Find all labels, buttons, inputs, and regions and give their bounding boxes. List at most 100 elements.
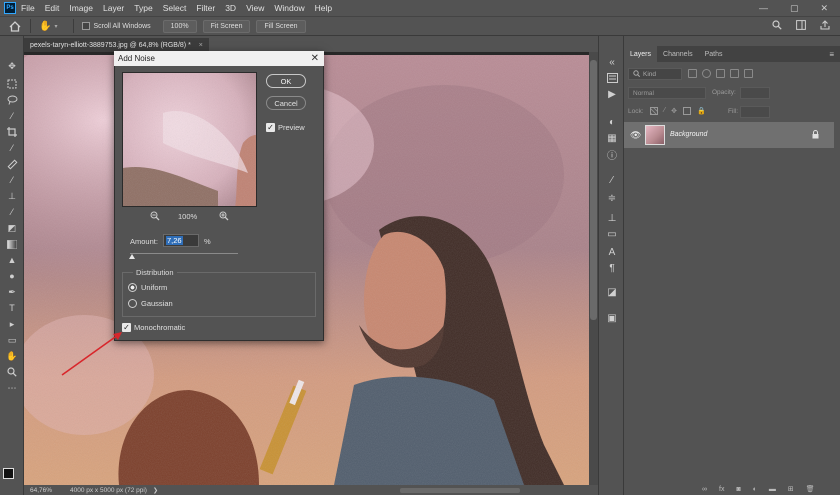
preview-checkbox[interactable]: ✓ (266, 123, 275, 132)
move-tool-icon[interactable]: ✥ (5, 60, 19, 72)
close-window-icon[interactable]: ✕ (820, 3, 828, 14)
tab-layers[interactable]: Layers (624, 46, 658, 62)
eraser-tool-icon[interactable]: ◩ (5, 222, 19, 234)
menu-type[interactable]: Type (129, 3, 157, 13)
ok-button[interactable]: OK (266, 74, 306, 88)
pen-tool-icon[interactable]: ✒ (5, 286, 19, 298)
close-tab-icon[interactable]: × (199, 42, 203, 49)
menu-help[interactable]: Help (310, 3, 337, 13)
actions-play-icon[interactable]: ▶ (605, 88, 619, 100)
shape-tool-icon[interactable]: ▭ (5, 334, 19, 346)
adjustments-icon[interactable]: ≑ (605, 192, 619, 204)
filter-shape-icon[interactable] (730, 69, 739, 78)
menu-filter[interactable]: Filter (191, 3, 220, 13)
color-panel-icon[interactable]: ◐ (605, 116, 619, 128)
menu-view[interactable]: View (241, 3, 269, 13)
styles-icon[interactable]: ◪ (605, 286, 619, 298)
history-brush-tool-icon[interactable]: ⁄ (5, 206, 19, 218)
dialog-close-icon[interactable]: ✕ (311, 53, 319, 64)
filter-adjustment-icon[interactable] (702, 69, 711, 78)
scroll-all-windows-checkbox[interactable] (82, 22, 91, 30)
zoom-out-icon[interactable] (150, 211, 160, 223)
zoom-in-icon[interactable] (219, 211, 229, 223)
new-adjustment-icon[interactable]: ◐ (753, 486, 757, 493)
visibility-eye-icon[interactable]: 👁 (630, 130, 641, 141)
layer-comps-icon[interactable]: ▣ (605, 312, 619, 324)
uniform-radio[interactable] (128, 283, 137, 292)
character-icon[interactable]: A (605, 246, 619, 258)
document-tab[interactable]: pexels-taryn-elliott-3889753.jpg @ 64,8%… (24, 38, 209, 52)
blend-mode-select[interactable]: Normal (628, 87, 706, 99)
filter-preview[interactable] (122, 72, 257, 207)
menu-edit[interactable]: Edit (40, 3, 65, 13)
hand-tool-icon[interactable]: ✋ (5, 350, 19, 362)
tab-channels[interactable]: Channels (657, 46, 699, 62)
fill-field[interactable] (740, 106, 770, 118)
menu-image[interactable]: Image (64, 3, 98, 13)
amount-input[interactable]: 7,26 (163, 234, 199, 247)
properties-icon[interactable]: ▭ (605, 228, 619, 240)
menu-select[interactable]: Select (158, 3, 192, 13)
eyedropper-tool-icon[interactable]: ⁄ (5, 142, 19, 154)
more-tools-icon[interactable]: ⋯ (5, 382, 19, 394)
new-layer-icon[interactable]: ⊞ (788, 485, 794, 493)
lock-position-icon[interactable]: ✥ (671, 107, 677, 115)
clone-source-icon[interactable]: ⊥ (605, 212, 619, 224)
swatches-icon[interactable]: ▦ (605, 132, 619, 144)
cancel-button[interactable]: Cancel (266, 96, 306, 110)
dialog-titlebar[interactable]: Add Noise ✕ (114, 51, 324, 66)
zoom-100-button[interactable]: 100% (162, 19, 197, 33)
lock-all-icon[interactable]: 🔒 (697, 107, 706, 115)
brush-tool-icon[interactable]: ⁄ (5, 174, 19, 186)
chevron-down-icon[interactable]: ▾ (54, 23, 57, 30)
path-selection-tool-icon[interactable]: ▸ (5, 318, 19, 330)
gaussian-radio[interactable] (128, 299, 137, 308)
filter-pixel-icon[interactable] (688, 69, 697, 78)
fill-screen-button[interactable]: Fill Screen (256, 19, 306, 33)
healing-brush-tool-icon[interactable] (5, 158, 19, 170)
uniform-label[interactable]: Uniform (141, 283, 167, 292)
delete-layer-icon[interactable]: 🗑 (806, 485, 815, 493)
tab-paths[interactable]: Paths (699, 46, 729, 62)
filter-type-icon[interactable] (716, 69, 725, 78)
lock-pixels-icon[interactable]: ⁄ (664, 107, 665, 115)
menu-3d[interactable]: 3D (220, 3, 241, 13)
minimize-icon[interactable]: — (759, 3, 768, 14)
add-mask-icon[interactable]: ◙ (736, 486, 740, 493)
brush-settings-icon[interactable]: ⁄ (605, 174, 619, 186)
blur-tool-icon[interactable]: ▲ (5, 254, 19, 266)
marquee-tool-icon[interactable] (5, 78, 19, 90)
layer-lock-icon[interactable] (812, 130, 819, 141)
history-icon[interactable] (605, 72, 619, 84)
new-group-icon[interactable]: ▬ (769, 486, 776, 493)
layer-style-icon[interactable]: fx (719, 486, 724, 493)
lock-transparency-icon[interactable] (650, 107, 658, 115)
lock-artboard-icon[interactable] (683, 107, 692, 115)
link-layers-icon[interactable]: ∞ (702, 486, 707, 493)
layer-filter-kind[interactable]: Kind (628, 68, 682, 80)
zoom-readout[interactable]: 64,76% (30, 487, 70, 494)
lasso-tool-icon[interactable] (5, 94, 19, 106)
foreground-color-swatch[interactable] (3, 468, 14, 479)
home-icon[interactable] (8, 20, 22, 32)
chevron-right-icon[interactable]: ❯ (153, 487, 158, 494)
dodge-tool-icon[interactable]: ● (5, 270, 19, 282)
clone-stamp-tool-icon[interactable]: ⊥ (5, 190, 19, 202)
opacity-field[interactable] (740, 87, 770, 99)
fit-screen-button[interactable]: Fit Screen (202, 19, 251, 33)
vertical-scrollbar-thumb[interactable] (590, 60, 597, 320)
info-icon[interactable]: ⓘ (605, 148, 619, 162)
collapse-panels-icon[interactable]: « (605, 56, 619, 68)
workspace-icon[interactable] (796, 20, 806, 32)
share-icon[interactable] (820, 20, 830, 32)
type-tool-icon[interactable]: T (5, 302, 19, 314)
magic-wand-tool-icon[interactable]: ⁄ (5, 110, 19, 122)
maximize-icon[interactable]: ▢ (790, 3, 799, 14)
menu-window[interactable]: Window (269, 3, 309, 13)
crop-tool-icon[interactable] (5, 126, 19, 138)
layer-name[interactable]: Background (670, 131, 707, 138)
search-icon[interactable] (772, 20, 782, 32)
paragraph-icon[interactable]: ¶ (605, 262, 619, 274)
panel-menu-icon[interactable]: ≡ (829, 46, 834, 62)
gradient-tool-icon[interactable] (5, 238, 19, 250)
